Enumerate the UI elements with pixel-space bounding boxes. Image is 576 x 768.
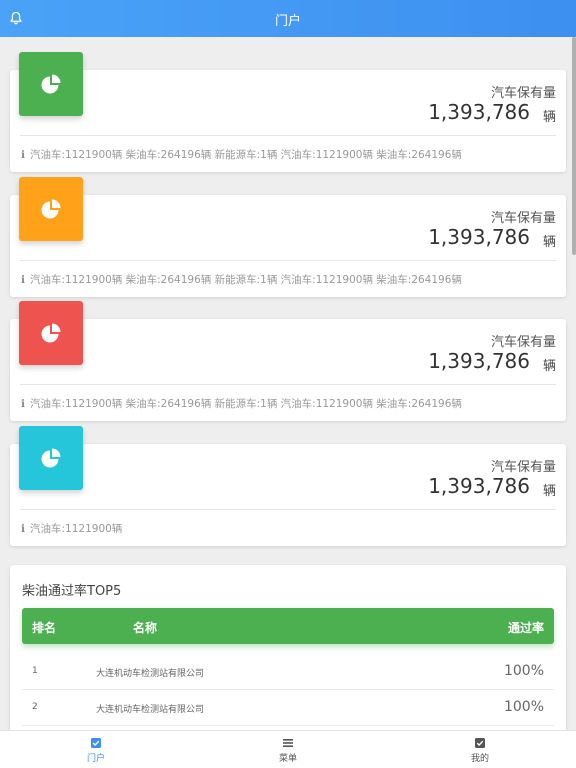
row-rank: 1: [32, 666, 38, 676]
tab-label: 菜单: [278, 754, 297, 764]
row-rate: 100%: [503, 699, 544, 715]
tab-label: 门户: [86, 754, 105, 764]
stat-card[interactable]: 汽车保有量 1,393,786 辆 i 汽油车:1121900辆 柴油车:2641…: [10, 301, 566, 421]
tab-portal[interactable]: 门户: [66, 737, 126, 764]
divider: [20, 384, 556, 385]
table-row[interactable]: 2 大连机动车检测站有限公司 100%: [22, 690, 554, 726]
stat-unit: 辆: [542, 235, 556, 250]
tab-mine[interactable]: 我的: [450, 737, 510, 764]
divider: [20, 135, 556, 136]
bottom-tab-bar: 门户 菜单 我的: [0, 730, 576, 768]
row-name: 大连机动车检测站有限公司: [96, 669, 205, 679]
card-icon-box: [19, 177, 83, 241]
stat-footer: i 汽油车:1121900辆 柴油车:264196辆 新能源车:1辆 汽油车:11…: [21, 396, 462, 411]
ranking-panel: 柴油通过率TOP5 排名 名称 通过率 1 大连机动车检测站有限公司 100% …: [10, 565, 566, 730]
card-icon-box: [19, 426, 83, 490]
pie-chart-icon: [41, 74, 61, 94]
divider: [20, 260, 556, 261]
info-icon: i: [21, 149, 25, 161]
stat-footer: i 汽油车:1121900辆 柴油车:264196辆 新能源车:1辆 汽油车:11…: [21, 147, 462, 162]
card-icon-box: [19, 301, 83, 365]
menu-icon: [283, 739, 293, 747]
stat-unit: 辆: [542, 110, 556, 125]
stat-card[interactable]: 汽车保有量 1,393,786 辆 i 汽油车:1121900辆: [10, 426, 566, 546]
pie-chart-icon: [41, 323, 61, 343]
stat-value: 1,393,786: [428, 100, 530, 124]
stat-label: 汽车保有量: [490, 335, 556, 350]
card-icon-box: [19, 52, 83, 116]
stat-unit: 辆: [542, 359, 556, 374]
info-icon: i: [21, 523, 25, 535]
stat-footer: i 汽油车:1121900辆 柴油车:264196辆 新能源车:1辆 汽油车:11…: [21, 272, 462, 287]
stat-unit: 辆: [542, 484, 556, 499]
pie-chart-icon: [41, 448, 61, 468]
main-content[interactable]: 汽车保有量 1,393,786 辆 i 汽油车:1121900辆 柴油车:2641…: [0, 37, 572, 730]
checkbox-icon: [475, 738, 485, 748]
column-header-name: 名称: [133, 621, 158, 635]
row-name: 大连机动车检测站有限公司: [96, 705, 205, 715]
stat-value: 1,393,786: [428, 225, 530, 249]
table-row[interactable]: 1 大连机动车检测站有限公司 100%: [22, 654, 554, 690]
info-icon: i: [21, 274, 25, 286]
table-header: 排名 名称 通过率: [22, 608, 554, 644]
pie-chart-icon: [41, 199, 61, 219]
footer-text: 汽油车:1121900辆: [30, 523, 123, 535]
tab-menu[interactable]: 菜单: [258, 737, 318, 764]
footer-text: 汽油车:1121900辆 柴油车:264196辆 新能源车:1辆 汽油车:112…: [30, 274, 462, 286]
top-app-bar: 门户: [0, 0, 576, 37]
stat-card[interactable]: 汽车保有量 1,393,786 辆 i 汽油车:1121900辆 柴油车:2641…: [10, 52, 566, 172]
row-rate: 100%: [503, 663, 544, 679]
stat-label: 汽车保有量: [490, 460, 556, 475]
page-title: 门户: [274, 14, 301, 29]
stat-card[interactable]: 汽车保有量 1,393,786 辆 i 汽油车:1121900辆 柴油车:2641…: [10, 177, 566, 297]
column-header-rank: 排名: [32, 621, 57, 635]
stat-value: 1,393,786: [428, 349, 530, 373]
column-header-rate: 通过率: [507, 621, 544, 635]
ranking-title: 柴油通过率TOP5: [22, 584, 122, 599]
tab-label: 我的: [470, 754, 489, 764]
stat-footer: i 汽油车:1121900辆: [21, 521, 122, 536]
divider: [20, 509, 556, 510]
footer-text: 汽油车:1121900辆 柴油车:264196辆 新能源车:1辆 汽油车:112…: [30, 398, 462, 410]
row-rank: 2: [32, 702, 38, 712]
stat-label: 汽车保有量: [490, 86, 556, 101]
footer-text: 汽油车:1121900辆 柴油车:264196辆 新能源车:1辆 汽油车:112…: [30, 149, 462, 161]
checkbox-icon: [91, 738, 101, 748]
stat-label: 汽车保有量: [490, 211, 556, 226]
info-icon: i: [21, 398, 25, 410]
stat-value: 1,393,786: [428, 474, 530, 498]
scrollbar[interactable]: [572, 37, 576, 255]
